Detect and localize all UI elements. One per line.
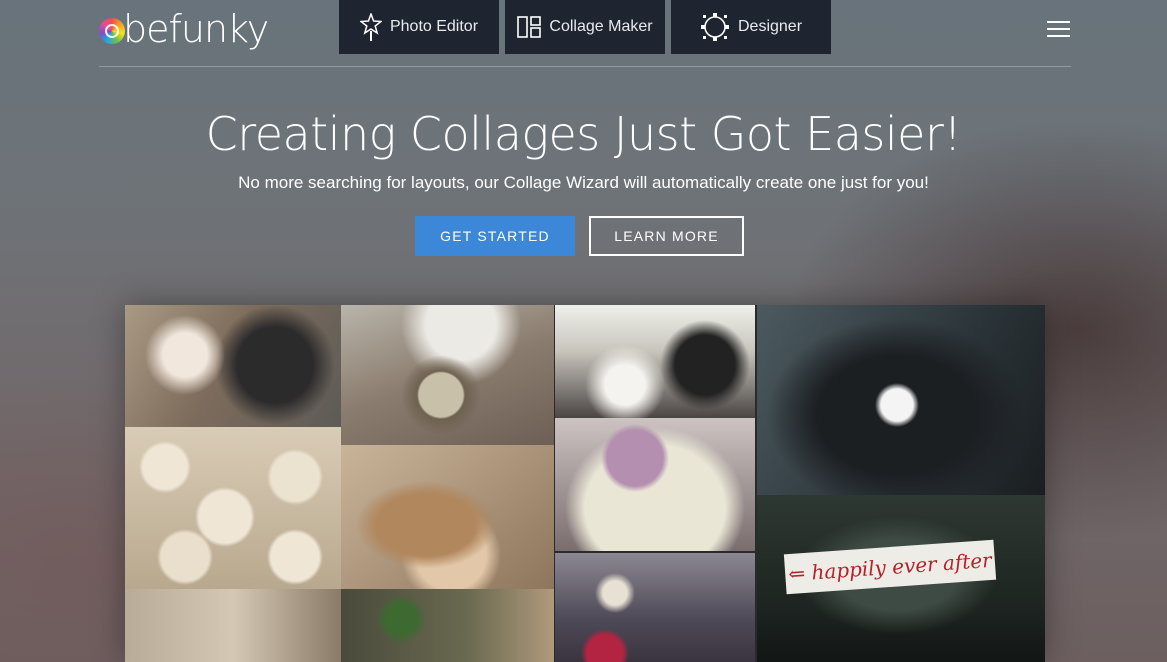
- sign-arrow-icon: ⇐: [787, 560, 813, 587]
- selection-circle-icon: [700, 13, 729, 41]
- happily-ever-after-sign: ⇐ happily ever after: [783, 539, 997, 595]
- collage-photo-couple-laughing: [125, 305, 341, 427]
- nav-tab-label: Designer: [737, 18, 803, 35]
- menu-bar: [1047, 28, 1070, 30]
- star-wand-icon: [359, 13, 382, 41]
- logo-text: befunky: [123, 7, 269, 51]
- sign-text: happily ever after: [810, 547, 993, 585]
- learn-more-button[interactable]: LEARN MORE: [589, 216, 744, 256]
- nav-tab-collage-maker[interactable]: Collage Maker: [505, 0, 665, 54]
- nav-tab-label: Collage Maker: [549, 18, 653, 35]
- collage-photo-signing: [555, 305, 755, 418]
- collage-photo-bride-hair: [341, 445, 554, 589]
- menu-bar: [1047, 35, 1070, 37]
- nav-tab-designer[interactable]: Designer: [671, 0, 831, 54]
- collage-photo-sign: ⇐ happily ever after: [757, 495, 1045, 662]
- collage-photo-table: [341, 589, 554, 662]
- collage-photo-cake: [555, 418, 755, 551]
- color-wheel-logo-icon: [99, 18, 125, 44]
- nav-tab-photo-editor[interactable]: Photo Editor: [339, 0, 499, 54]
- sample-collage: ⇐ happily ever after: [125, 305, 1045, 662]
- collage-photo-ring: [341, 305, 554, 445]
- header-divider: [99, 66, 1071, 67]
- get-started-button[interactable]: GET STARTED: [415, 216, 575, 256]
- hero-headline: Creating Collages Just Got Easier!: [205, 107, 962, 161]
- collage-photo-champagne: [555, 553, 755, 662]
- hamburger-menu-icon[interactable]: [1047, 21, 1070, 38]
- collage-photo-groom-boutonniere: [757, 305, 1045, 495]
- collage-photo-roses: [125, 427, 341, 589]
- hero-subheadline: No more searching for layouts, our Colla…: [238, 173, 929, 192]
- nav-tab-label: Photo Editor: [389, 18, 479, 35]
- collage-photo-dress: [125, 589, 341, 662]
- menu-bar: [1047, 21, 1070, 23]
- layout-grid-icon: [517, 16, 542, 38]
- befunky-logo[interactable]: befunky: [99, 4, 269, 54]
